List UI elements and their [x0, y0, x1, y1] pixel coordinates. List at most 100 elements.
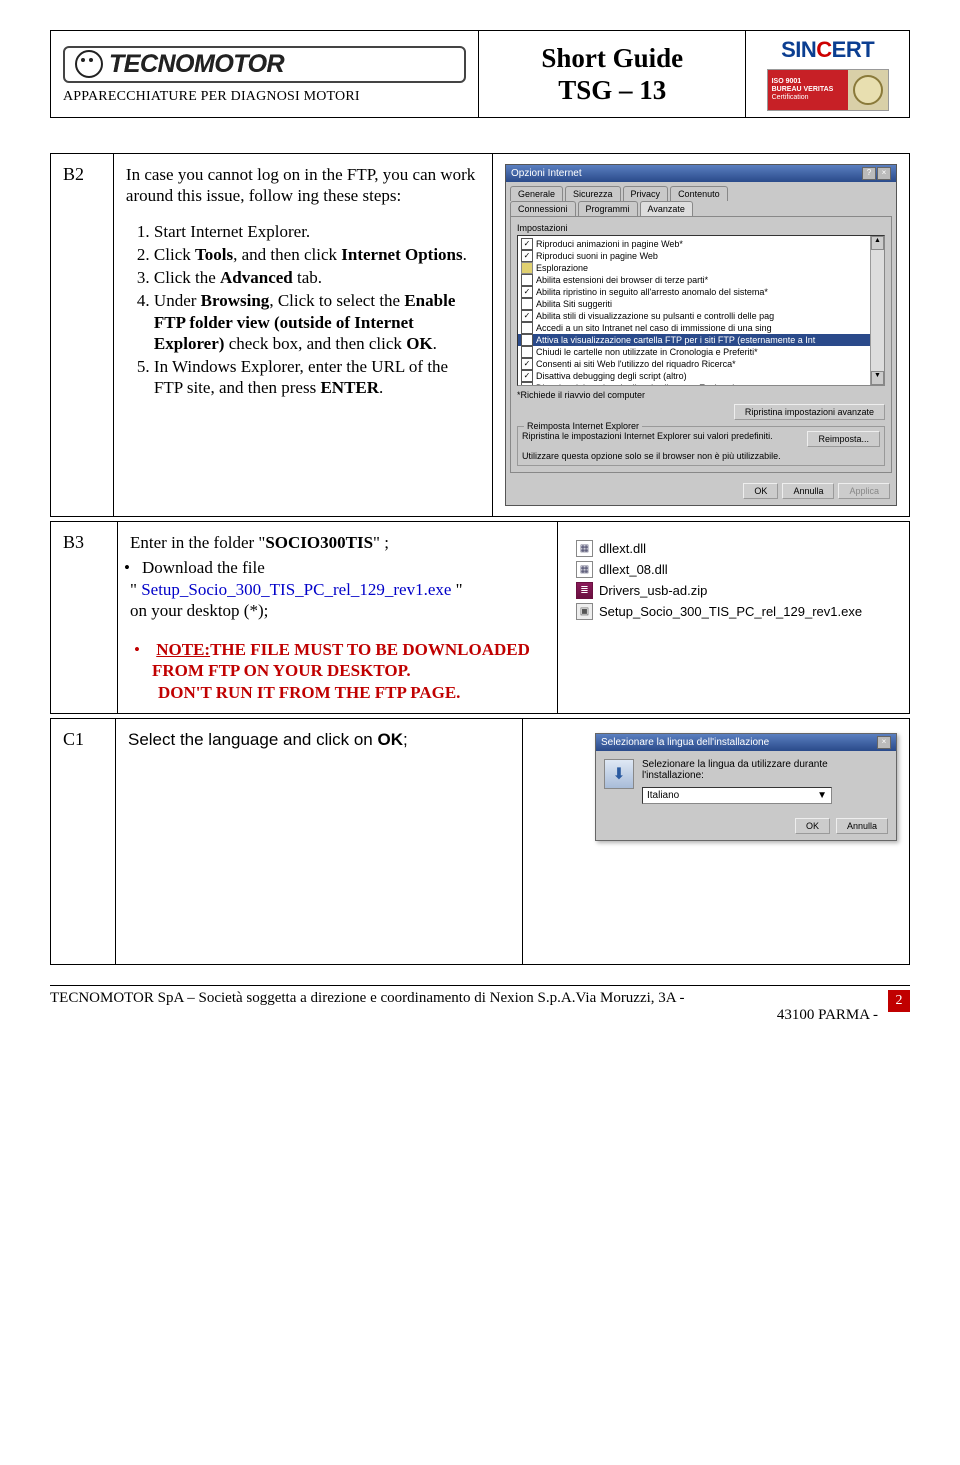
b2-step-5: In Windows Explorer, enter the URL of th… — [154, 356, 480, 399]
bv-seal-icon — [853, 75, 883, 105]
footer-text: TECNOMOTOR SpA – Società soggetta a dire… — [50, 990, 882, 1024]
list-item[interactable]: ✓Disattiva debugging degli script (altro… — [518, 370, 884, 382]
step-b3-label: B3 — [51, 522, 118, 714]
window-buttons: ?× — [861, 167, 891, 180]
file-zip-icon: ≣ — [576, 582, 593, 599]
bureau-veritas-badge: ISO 9001 BUREAU VERITAS Certification — [767, 69, 889, 111]
settings-listbox[interactable]: ✓Riproduci animazioni in pagine Web*✓Rip… — [517, 235, 885, 386]
checkbox[interactable] — [521, 274, 533, 286]
list-item[interactable]: Accedi a un sito Intranet nel caso di im… — [518, 322, 884, 334]
doc-title: Short GuideTSG – 13 — [541, 42, 683, 107]
dialog-titlebar[interactable]: Selezionare la lingua dell'installazione… — [596, 734, 896, 751]
setup-filename: Setup_Socio_300_TIS_PC_rel_129_rev1.exe — [141, 580, 451, 599]
checkbox[interactable]: ✓ — [521, 286, 533, 298]
file-list: ▦dllext.dll▦dllext_08.dll≣Drivers_usb-ad… — [570, 532, 897, 628]
reset-ie-group: Reimposta Internet Explorer Ripristina l… — [517, 426, 885, 466]
restart-note: *Richiede il riavvio del computer — [517, 390, 885, 400]
checkbox[interactable] — [521, 298, 533, 310]
reset-button[interactable]: Reimposta... — [807, 431, 880, 447]
list-item[interactable]: ✓Abilita ripristino in seguito all'arres… — [518, 286, 884, 298]
step-b2-label: B2 — [51, 154, 114, 517]
apply-button[interactable]: Applica — [838, 483, 890, 499]
tabs-row-1: Generale Sicurezza Privacy Contenuto — [506, 182, 896, 201]
window-body: Impostazioni ✓Riproduci animazioni in pa… — [510, 216, 892, 473]
b2-step-3: Click the Advanced tab. — [154, 267, 480, 288]
checkbox[interactable]: ✓ — [521, 334, 533, 346]
step-c1-image: Selezionare la lingua dell'installazione… — [523, 718, 910, 964]
step-b3-table: B3 Enter in the folder "SOCIO300TIS" ; D… — [50, 521, 910, 714]
scrollbar[interactable]: ▲▼ — [870, 236, 884, 385]
checkbox[interactable]: ✓ — [521, 370, 533, 382]
file-dll-icon: ▦ — [576, 561, 593, 578]
cancel-button[interactable]: Annulla — [836, 818, 888, 834]
restore-advanced-button[interactable]: Ripristina impostazioni avanzate — [734, 404, 885, 420]
tab-programmi[interactable]: Programmi — [578, 201, 638, 216]
header-center: Short GuideTSG – 13 — [479, 31, 746, 117]
language-select[interactable]: Italiano▼ — [642, 787, 832, 804]
list-item[interactable]: ✓Disattiva debugging degli script (Inter… — [518, 382, 884, 386]
step-b2-table: B2 In case you cannot log on in the FTP,… — [50, 153, 910, 517]
list-item[interactable]: Abilita Siti suggeriti — [518, 298, 884, 310]
list-item[interactable]: ✓Riproduci animazioni in pagine Web* — [518, 238, 884, 250]
list-item[interactable]: ✓Abilita stili di visualizzazione su pul… — [518, 310, 884, 322]
checkbox[interactable]: ✓ — [521, 310, 533, 322]
file-row[interactable]: ▦dllext.dll — [576, 538, 891, 559]
header-right: SINCERT ISO 9001 BUREAU VERITAS Certific… — [746, 31, 909, 117]
b2-step-4: Under Browsing, Click to select the Enab… — [154, 290, 480, 354]
ok-button[interactable]: OK — [743, 483, 778, 499]
file-row[interactable]: ▦dllext_08.dll — [576, 559, 891, 580]
logo-subtitle: APPARECCHIATURE PER DIAGNOSI MOTORI — [63, 89, 466, 105]
list-item[interactable]: ✓Consenti ai siti Web l'utilizzo del riq… — [518, 358, 884, 370]
checkbox[interactable]: ✓ — [521, 238, 533, 250]
close-icon[interactable]: × — [877, 167, 891, 180]
chevron-down-icon[interactable]: ▼ — [817, 790, 827, 801]
checkbox[interactable]: ✓ — [521, 358, 533, 370]
list-item[interactable]: Esplorazione — [518, 262, 884, 274]
window-footer: OK Annulla Applica — [506, 477, 896, 505]
list-item[interactable]: Abilita estensioni dei browser di terze … — [518, 274, 884, 286]
page-root: TECNOMOTOR APPARECCHIATURE PER DIAGNOSI … — [0, 0, 960, 1044]
close-icon[interactable]: × — [877, 736, 891, 749]
b2-steps-list: Start Internet Explorer. Click Tools, an… — [126, 221, 480, 399]
tab-sicurezza[interactable]: Sicurezza — [565, 186, 621, 201]
list-item[interactable]: Chiudi le cartelle non utilizzate in Cro… — [518, 346, 884, 358]
file-dll-icon: ▦ — [576, 540, 593, 557]
list-item[interactable]: ✓Attiva la visualizzazione cartella FTP … — [518, 334, 884, 346]
checkbox[interactable]: ✓ — [521, 250, 533, 262]
tab-connessioni[interactable]: Connessioni — [510, 201, 576, 216]
tecnomotor-logo: TECNOMOTOR — [63, 46, 466, 83]
ok-button[interactable]: OK — [795, 818, 830, 834]
b2-step-2: Click Tools, and then click Internet Opt… — [154, 244, 480, 265]
file-exe-icon: ▣ — [576, 603, 593, 620]
scroll-up-icon[interactable]: ▲ — [871, 236, 884, 250]
b2-step-1: Start Internet Explorer. — [154, 221, 480, 242]
language-dialog: Selezionare la lingua dell'installazione… — [595, 733, 897, 841]
page-footer: TECNOMOTOR SpA – Società soggetta a dire… — [50, 990, 910, 1024]
tab-privacy[interactable]: Privacy — [623, 186, 669, 201]
file-row[interactable]: ▣Setup_Socio_300_TIS_PC_rel_129_rev1.exe — [576, 601, 891, 622]
internet-options-window: Opzioni Internet ?× Generale Sicurezza P… — [505, 164, 897, 506]
file-row[interactable]: ≣Drivers_usb-ad.zip — [576, 580, 891, 601]
tab-avanzate[interactable]: Avanzate — [640, 201, 693, 216]
tab-contenuto[interactable]: Contenuto — [670, 186, 728, 201]
folder-icon — [521, 262, 533, 274]
tab-generale[interactable]: Generale — [510, 186, 563, 201]
checkbox[interactable] — [521, 322, 533, 334]
settings-group-label: Impostazioni — [517, 223, 885, 233]
logo-text: TECNOMOTOR — [109, 50, 284, 79]
list-item[interactable]: ✓Riproduci suoni in pagine Web — [518, 250, 884, 262]
dialog-text: Selezionare la lingua da utilizzare dura… — [642, 759, 888, 781]
cancel-button[interactable]: Annulla — [782, 483, 834, 499]
installer-icon: ⬇ — [604, 759, 634, 789]
sincert-logo: SINCERT — [781, 37, 874, 63]
footer-rule — [50, 985, 910, 986]
b3-note: NOTE:THE FILE MUST TO BE DOWNLOADED FROM… — [130, 639, 545, 703]
step-c1-table: C1 Select the language and click on OK; … — [50, 718, 910, 965]
document-header: TECNOMOTOR APPARECCHIATURE PER DIAGNOSI … — [50, 30, 910, 118]
checkbox[interactable]: ✓ — [521, 382, 533, 386]
help-icon[interactable]: ? — [862, 167, 876, 180]
window-titlebar[interactable]: Opzioni Internet ?× — [506, 165, 896, 182]
step-b2-image: Opzioni Internet ?× Generale Sicurezza P… — [493, 154, 910, 517]
scroll-down-icon[interactable]: ▼ — [871, 371, 884, 385]
checkbox[interactable] — [521, 346, 533, 358]
